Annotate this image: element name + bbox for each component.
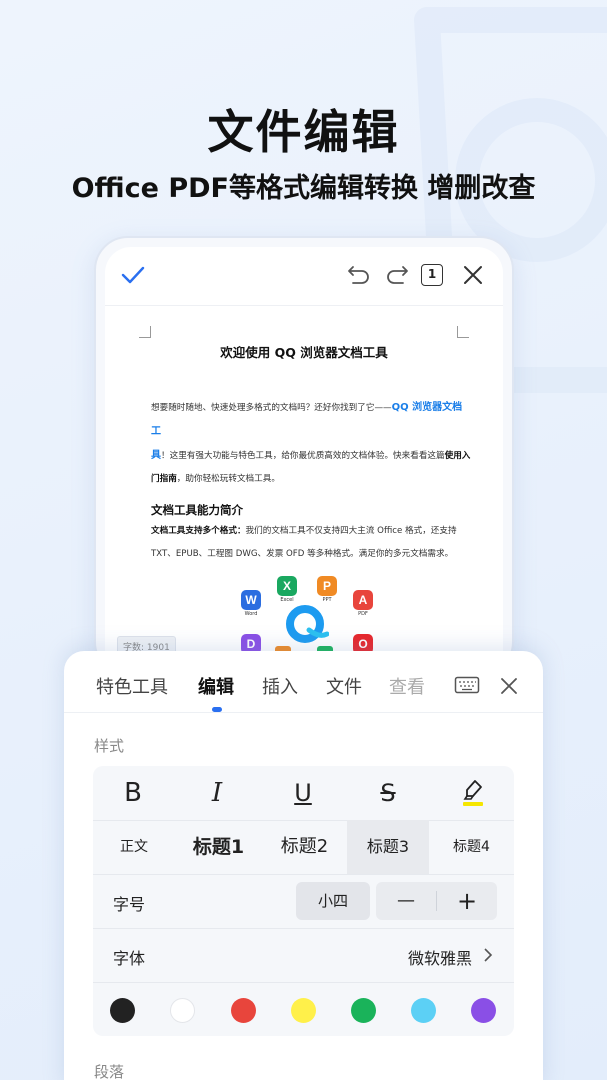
- italic-button[interactable]: I: [187, 766, 247, 820]
- font-family-row[interactable]: 字体 微软雅黑: [93, 928, 514, 982]
- style-panel: B I U S 正文 标题1 标题2 标题3 标题4 字号 小四 — + 字体 …: [93, 766, 514, 1036]
- font-size-value[interactable]: 小四: [296, 882, 370, 920]
- editor-toolbar: 1: [105, 247, 503, 303]
- sheet-tabs: 特色工具 编辑 插入 文件 查看: [64, 651, 543, 713]
- color-swatch-purple[interactable]: [471, 998, 496, 1023]
- document-intro: 想要随时随地、快速处理多格式的文档吗？还好你找到了它——QQ 浏览器文档工 具！…: [151, 402, 471, 484]
- word-icon: W: [241, 590, 261, 610]
- hero-subtitle: Office PDF等格式编辑转换 增删改查: [71, 173, 536, 204]
- excel-label: Excel: [280, 597, 294, 603]
- tab-edit[interactable]: 编辑: [198, 673, 234, 699]
- style-heading-2[interactable]: 标题2: [262, 820, 347, 874]
- close-sheet-icon[interactable]: [498, 675, 520, 697]
- ppt-icon: P: [317, 576, 337, 596]
- underline-button[interactable]: U: [273, 766, 333, 820]
- undo-icon[interactable]: [345, 261, 373, 289]
- heading-row: 正文 标题1 标题2 标题3 标题4: [93, 820, 514, 874]
- excel-icon: X: [277, 576, 297, 596]
- keyboard-icon[interactable]: [454, 675, 480, 695]
- document-title: 欢迎使用 QQ 浏览器文档工具: [220, 345, 388, 360]
- paragraph-section-label: 段落: [94, 1063, 125, 1080]
- color-swatch-black[interactable]: [110, 998, 135, 1023]
- strikethrough-button[interactable]: S: [358, 766, 418, 820]
- tab-view[interactable]: 查看: [389, 673, 425, 699]
- check-icon[interactable]: [119, 261, 147, 289]
- color-swatch-green[interactable]: [351, 998, 376, 1023]
- highlighter-icon[interactable]: [461, 778, 485, 808]
- color-swatch-red[interactable]: [231, 998, 256, 1023]
- style-body[interactable]: 正文: [93, 820, 175, 874]
- color-row: [93, 982, 514, 1036]
- tab-file[interactable]: 文件: [326, 673, 362, 699]
- style-heading-1[interactable]: 标题1: [175, 820, 262, 874]
- page-count-icon[interactable]: 1: [421, 264, 443, 286]
- tab-insert[interactable]: 插入: [262, 673, 298, 699]
- font-size-stepper: — +: [376, 882, 497, 920]
- color-swatch-yellow[interactable]: [291, 998, 316, 1023]
- decrease-font-size-button[interactable]: —: [376, 882, 436, 920]
- color-swatch-white[interactable]: [170, 998, 195, 1023]
- hero-title: 文件编辑: [207, 105, 400, 159]
- bold-button[interactable]: B: [103, 766, 163, 820]
- font-family-value: 微软雅黑: [407, 949, 472, 968]
- pdf-icon: A: [353, 590, 373, 610]
- margin-corner: [457, 326, 469, 338]
- word-label: Word: [244, 611, 258, 617]
- color-swatch-cyan[interactable]: [411, 998, 436, 1023]
- increase-font-size-button[interactable]: +: [437, 882, 497, 920]
- chevron-right-icon: [484, 948, 493, 962]
- font-family-label: 字体: [113, 949, 146, 968]
- font-size-row: 字号 小四 — +: [93, 874, 514, 928]
- phone-mockup: 1 欢迎使用 QQ 浏览器文档工具 想要随时随地、快速处理多格式的文档吗？还好你…: [94, 236, 514, 676]
- style-heading-4[interactable]: 标题4: [429, 820, 514, 874]
- ppt-label: PPT: [322, 597, 332, 603]
- editor-screen: 1 欢迎使用 QQ 浏览器文档工具 想要随时随地、快速处理多格式的文档吗？还好你…: [105, 247, 503, 674]
- font-size-label: 字号: [113, 895, 146, 914]
- margin-corner: [139, 326, 151, 338]
- style-heading-3[interactable]: 标题3: [347, 820, 429, 874]
- active-tab-indicator: [212, 707, 222, 712]
- tab-special-tools[interactable]: 特色工具: [96, 673, 168, 699]
- document-page[interactable]: 欢迎使用 QQ 浏览器文档工具 想要随时随地、快速处理多格式的文档吗？还好你找到…: [105, 305, 503, 674]
- close-icon[interactable]: [459, 261, 487, 289]
- style-section-label: 样式: [94, 737, 125, 755]
- document-paragraph: 文档工具支持多个格式：我们的文档工具不仅支持四大主流 Office 格式，还支持…: [151, 526, 457, 559]
- pdf-label: PDF: [358, 611, 368, 617]
- redo-icon[interactable]: [383, 261, 411, 289]
- edit-bottom-sheet: 特色工具 编辑 插入 文件 查看 样式 B I U S 正文 标题1 标题2 标…: [64, 651, 543, 1080]
- format-row: B I U S: [93, 766, 514, 820]
- qq-browser-logo: [286, 605, 329, 643]
- document-section-title: 文档工具能力简介: [151, 503, 243, 517]
